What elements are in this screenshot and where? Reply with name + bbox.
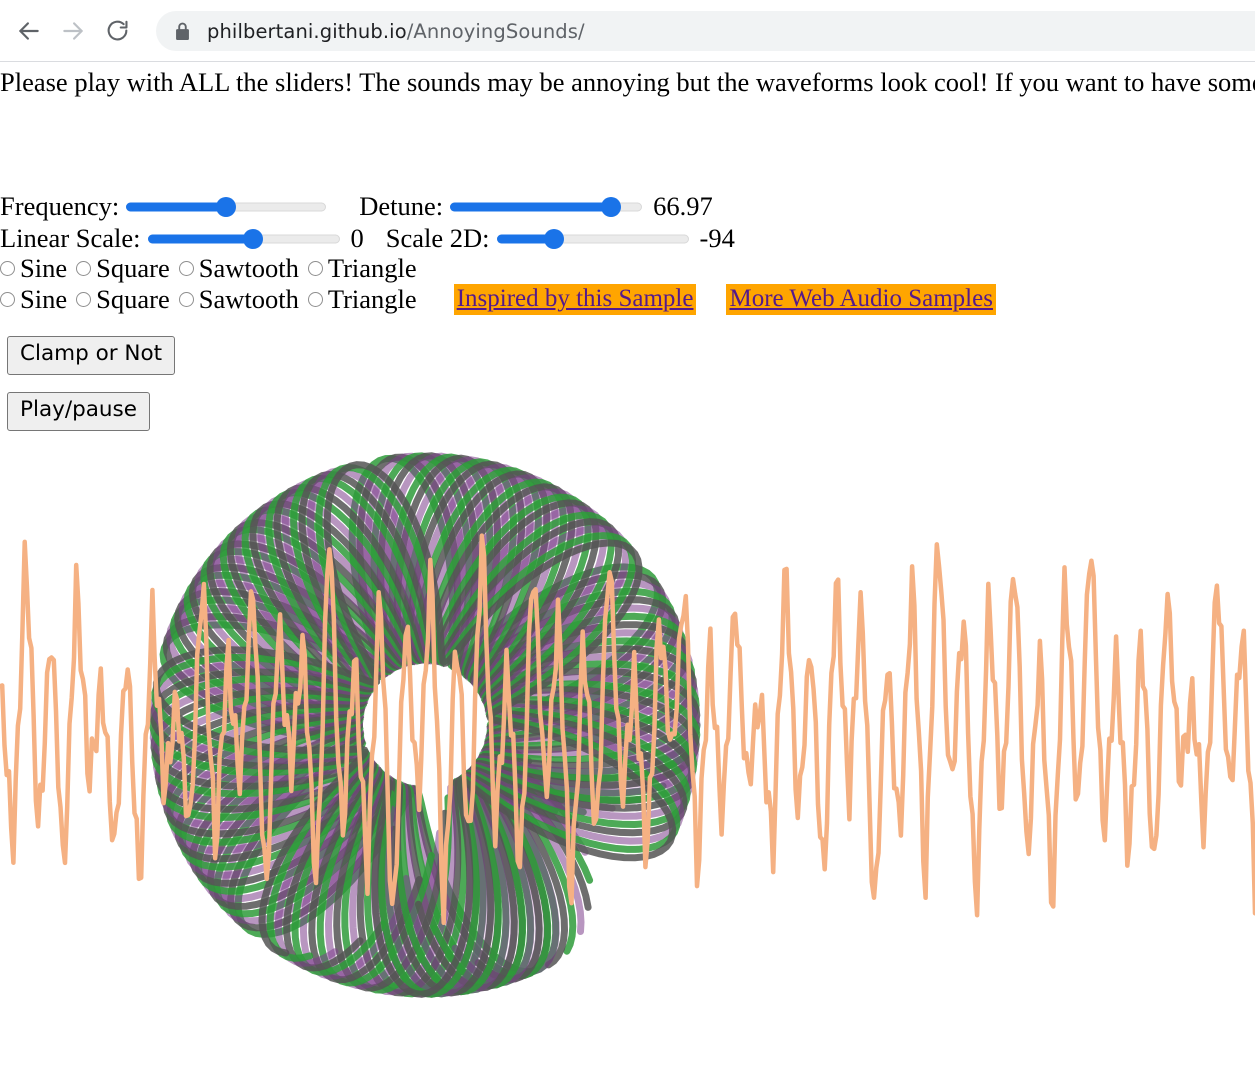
frequency-slider[interactable] xyxy=(126,196,327,218)
detune-label: Detune: xyxy=(359,191,444,221)
scale-2d-slider[interactable] xyxy=(496,228,689,250)
linear-scale-slider[interactable] xyxy=(147,228,340,250)
frequency-label: Frequency: xyxy=(0,191,120,221)
scale-2d-label: Scale 2D: xyxy=(385,223,490,253)
linear-scale-slider-thumb[interactable] xyxy=(243,228,264,249)
address-bar[interactable]: philbertani.github.io/AnnoyingSounds/ xyxy=(156,11,1255,51)
radio-circle-icon[interactable] xyxy=(307,292,323,307)
browser-chrome: philbertani.github.io/AnnoyingSounds/ xyxy=(0,0,1255,62)
url-domain: philbertani.github.io xyxy=(207,19,407,43)
url-path: /AnnoyingSounds/ xyxy=(406,19,585,43)
radio-circle-icon[interactable] xyxy=(178,260,194,276)
waveform-radio-row-primary: Sine Square Sawtooth Triangle xyxy=(0,255,426,282)
frequency-slider-thumb[interactable] xyxy=(216,196,237,217)
radio-secondary-square-label: Square xyxy=(96,284,170,315)
forward-button[interactable] xyxy=(52,10,94,52)
radio-secondary-sine[interactable]: Sine xyxy=(0,286,67,313)
radio-secondary-triangle-label: Triangle xyxy=(327,284,417,315)
visualizer-svg xyxy=(0,452,1255,998)
radio-primary-triangle[interactable]: Triangle xyxy=(307,253,417,283)
detune-slider[interactable] xyxy=(450,196,643,218)
detune-slider-thumb[interactable] xyxy=(601,196,622,217)
radio-circle-icon[interactable] xyxy=(178,292,194,307)
audio-visualizer-canvas[interactable] xyxy=(0,440,1255,1010)
linear-scale-label: Linear Scale: xyxy=(0,223,141,253)
reload-icon xyxy=(105,18,130,43)
reload-button[interactable] xyxy=(96,10,138,52)
lock-icon[interactable] xyxy=(174,22,191,41)
scale-row: Linear Scale: 0 Scale 2D: -94 xyxy=(0,223,757,254)
radio-circle-icon[interactable] xyxy=(0,292,15,307)
intro-paragraph: Please play with ALL the sliders! The so… xyxy=(0,67,1255,97)
radio-primary-square-label: Square xyxy=(96,253,170,283)
back-button[interactable] xyxy=(8,10,50,52)
radio-circle-icon[interactable] xyxy=(76,260,92,276)
linear-scale-value: 0 xyxy=(350,223,364,253)
play-pause-button[interactable]: Play/pause xyxy=(7,392,150,431)
frequency-slider-fill xyxy=(126,202,227,211)
page-content: Please play with ALL the sliders! The so… xyxy=(0,62,1255,1089)
arrow-right-icon xyxy=(60,18,86,44)
detune-value: 66.97 xyxy=(653,191,713,221)
radio-primary-sine[interactable]: Sine xyxy=(0,255,67,282)
radio-secondary-sawtooth[interactable]: Sawtooth xyxy=(178,284,299,315)
radio-secondary-triangle[interactable]: Triangle xyxy=(307,284,417,315)
scale-2d-value: -94 xyxy=(699,223,735,253)
clamp-or-not-button[interactable]: Clamp or Not xyxy=(7,336,176,375)
radio-primary-square[interactable]: Square xyxy=(76,255,170,282)
linear-scale-slider-fill xyxy=(147,234,254,243)
scale-2d-slider-thumb[interactable] xyxy=(544,228,565,249)
radio-primary-sawtooth[interactable]: Sawtooth xyxy=(178,253,299,283)
radio-primary-triangle-label: Triangle xyxy=(327,253,417,283)
arrow-left-icon xyxy=(16,18,42,44)
waveform-radio-row-secondary: Sine Square Sawtooth Triangle Inspired b… xyxy=(0,284,996,315)
radio-circle-icon[interactable] xyxy=(0,260,15,276)
radio-secondary-sawtooth-label: Sawtooth xyxy=(198,284,299,315)
radio-secondary-sine-label: Sine xyxy=(20,284,68,315)
radio-circle-icon[interactable] xyxy=(307,260,323,276)
frequency-detune-row: Frequency: Detune: 66.97 xyxy=(0,191,735,222)
more-web-audio-samples-link[interactable]: More Web Audio Samples xyxy=(726,284,996,315)
radio-circle-icon[interactable] xyxy=(76,292,92,307)
radio-primary-sawtooth-label: Sawtooth xyxy=(198,253,299,283)
inspired-sample-link[interactable]: Inspired by this Sample xyxy=(453,284,697,315)
url-text: philbertani.github.io/AnnoyingSounds/ xyxy=(207,20,585,43)
radio-secondary-square[interactable]: Square xyxy=(76,286,170,313)
detune-slider-fill xyxy=(450,202,612,211)
navigation-buttons xyxy=(8,0,138,61)
radio-primary-sine-label: Sine xyxy=(20,253,68,283)
